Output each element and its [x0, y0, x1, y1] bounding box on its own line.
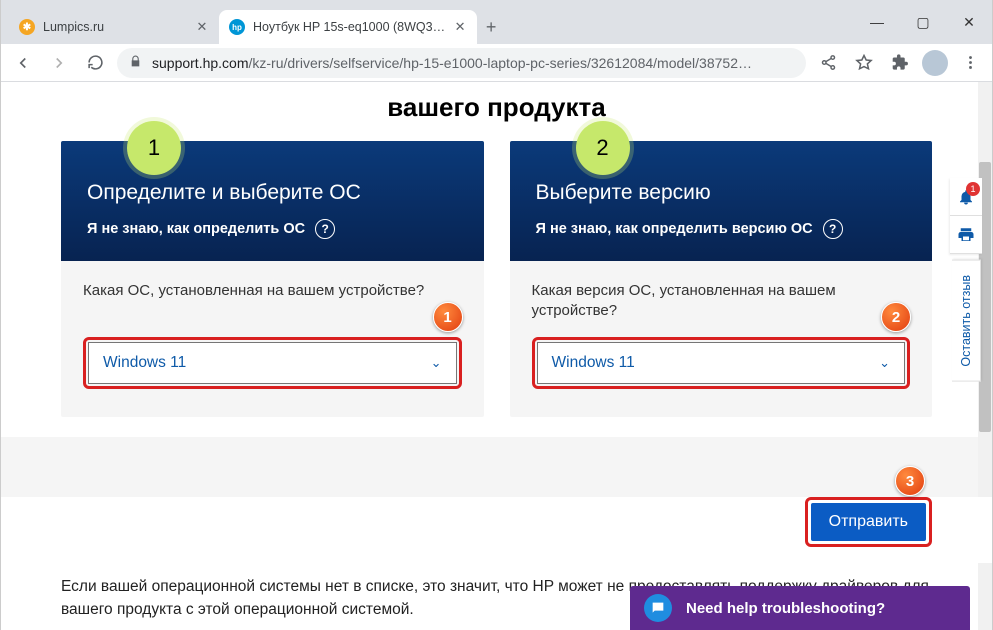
minimize-button[interactable]: — — [854, 0, 900, 44]
browser-addressbar: support.hp.com/kz-ru/drivers/selfservice… — [1, 44, 992, 82]
chevron-down-icon: ⌄ — [879, 355, 890, 371]
card-body: Какая ОС, установленная на вашем устройс… — [61, 261, 484, 417]
side-rail: 1 Оставить отзыв — [950, 178, 982, 382]
question-label: Какая ОС, установленная на вашем устройс… — [83, 281, 462, 323]
help-link[interactable]: Я не знаю, как определить версию ОС ? — [536, 219, 907, 239]
help-icon: ? — [315, 219, 335, 239]
close-icon[interactable]: ✕ — [453, 20, 467, 34]
question-label: Какая версия ОС, установленная на вашем … — [532, 281, 911, 323]
tab-title: Ноутбук HP 15s-eq1000 (8WQ3… — [253, 20, 445, 34]
favicon-hp: hp — [229, 19, 245, 35]
card-select-version: 2 Выберите версию Я не знаю, как определ… — [510, 141, 933, 417]
window-controls: — ▢ ✕ — [854, 0, 992, 44]
help-text: Я не знаю, как определить версию ОС — [536, 221, 813, 237]
notifications-button[interactable]: 1 — [950, 178, 982, 216]
browser-tab-hp[interactable]: hp Ноутбук HP 15s-eq1000 (8WQ3… ✕ — [219, 10, 477, 44]
annotation-badge-3: 3 — [895, 466, 925, 496]
help-link[interactable]: Я не знаю, как определить ОС ? — [87, 219, 458, 239]
browser-tab-lumpics[interactable]: ✱ Lumpics.ru ✕ — [9, 10, 219, 44]
os-select[interactable]: Windows 11 ⌄ — [88, 342, 457, 384]
tab-title: Lumpics.ru — [43, 20, 104, 34]
favicon-lumpics: ✱ — [19, 19, 35, 35]
chevron-down-icon: ⌄ — [431, 355, 442, 371]
step-badge-2: 2 — [576, 121, 630, 175]
select-highlight: 2 Windows 11 ⌄ — [532, 337, 911, 389]
help-icon: ? — [823, 219, 843, 239]
share-button[interactable] — [814, 49, 842, 77]
card-header: Выберите версию Я не знаю, как определит… — [510, 141, 933, 261]
card-select-os: 1 Определите и выберите ОС Я не знаю, ка… — [61, 141, 484, 417]
forward-button[interactable] — [45, 49, 73, 77]
version-select[interactable]: Windows 11 ⌄ — [537, 342, 906, 384]
chat-widget[interactable]: Need help troubleshooting? — [630, 586, 970, 630]
submit-button[interactable]: Отправить — [811, 503, 926, 541]
lock-icon — [129, 55, 142, 71]
select-value: Windows 11 — [103, 354, 186, 372]
card-heading: Определите и выберите ОС — [87, 181, 458, 205]
notification-count-badge: 1 — [966, 182, 980, 196]
card-header: Определите и выберите ОС Я не знаю, как … — [61, 141, 484, 261]
annotation-badge-1: 1 — [433, 302, 463, 332]
select-value: Windows 11 — [552, 354, 635, 372]
close-icon[interactable]: ✕ — [195, 20, 209, 34]
browser-tabbar: ✱ Lumpics.ru ✕ hp Ноутбук HP 15s-eq1000 … — [1, 0, 992, 44]
profile-avatar[interactable] — [922, 50, 948, 76]
chat-icon — [644, 594, 672, 622]
print-button[interactable] — [950, 216, 982, 254]
url-text: support.hp.com/kz-ru/drivers/selfservice… — [152, 55, 752, 71]
card-heading: Выберите версию — [536, 181, 907, 205]
chat-label: Need help troubleshooting? — [686, 600, 885, 617]
page-viewport: вашего продукта 1 Определите и выберите … — [1, 82, 992, 630]
card-body: Какая версия ОС, установленная на вашем … — [510, 261, 933, 417]
new-tab-button[interactable]: + — [477, 13, 505, 41]
help-text: Я не знаю, как определить ОС — [87, 221, 305, 237]
os-selection-row: 1 Определите и выберите ОС Я не знаю, ка… — [1, 141, 992, 437]
menu-button[interactable] — [956, 49, 984, 77]
feedback-tab[interactable]: Оставить отзыв — [952, 260, 981, 382]
submit-row: 3 Отправить — [1, 497, 992, 563]
submit-highlight: 3 Отправить — [805, 497, 932, 547]
step-badge-1: 1 — [127, 121, 181, 175]
extensions-button[interactable] — [886, 49, 914, 77]
url-input[interactable]: support.hp.com/kz-ru/drivers/selfservice… — [117, 48, 806, 78]
maximize-button[interactable]: ▢ — [900, 0, 946, 44]
annotation-badge-2: 2 — [881, 302, 911, 332]
close-window-button[interactable]: ✕ — [946, 0, 992, 44]
select-highlight: 1 Windows 11 ⌄ — [83, 337, 462, 389]
reload-button[interactable] — [81, 49, 109, 77]
back-button[interactable] — [9, 49, 37, 77]
bookmark-button[interactable] — [850, 49, 878, 77]
